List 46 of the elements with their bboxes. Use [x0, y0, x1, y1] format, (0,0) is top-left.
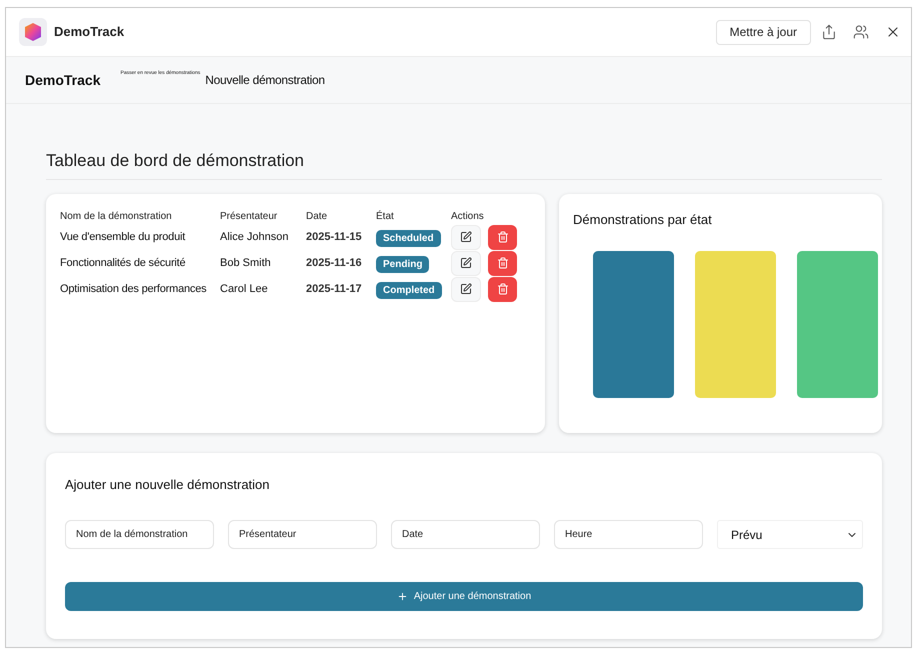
add-demo-button[interactable]: Ajouter une démonstration	[65, 582, 863, 611]
date-cell-text: 2025-11-17	[306, 282, 363, 297]
chart-title: Démonstrations par état	[573, 211, 713, 229]
presenter-cell-text: Carol Lee	[220, 282, 269, 297]
edit-button[interactable]	[451, 250, 481, 276]
column-header: Nom de la démonstration	[60, 210, 173, 224]
edit-button[interactable]	[451, 276, 481, 302]
share-icon[interactable]	[821, 24, 837, 40]
status-select[interactable]: Prévu	[717, 520, 863, 549]
people-icon[interactable]	[853, 24, 869, 40]
nav-brand[interactable]: DemoTrack	[25, 70, 100, 90]
demo-name-cell-text: Vue d'ensemble du produit	[60, 230, 186, 245]
trash-icon	[496, 283, 508, 295]
edit-icon	[460, 257, 472, 269]
status-badge: Scheduled	[376, 230, 441, 247]
trash-icon	[496, 257, 508, 269]
trash-icon	[496, 231, 508, 243]
presenter-cell-text: Bob Smith	[220, 256, 272, 271]
date-cell-text: 2025-11-16	[306, 256, 363, 271]
column-header: Date	[306, 210, 328, 224]
add-demo-title: Ajouter une nouvelle démonstration	[65, 477, 271, 493]
edit-icon	[460, 283, 472, 295]
delete-button[interactable]	[488, 224, 517, 250]
text-input-field[interactable]: Heure	[554, 520, 703, 549]
status-badge: Completed	[376, 282, 442, 299]
dashboard-title: Tableau de bord de démonstration	[46, 151, 306, 171]
column-header: Présentateur	[220, 210, 278, 224]
delete-button[interactable]	[488, 276, 517, 302]
new-demo-link[interactable]: Nouvelle démonstration	[205, 71, 325, 89]
text-input-field[interactable]: Date	[391, 520, 540, 549]
status-badge: Pending	[376, 256, 430, 273]
date-cell-text: 2025-11-15	[306, 230, 363, 245]
app-logo-icon	[19, 18, 47, 46]
column-header: Actions	[451, 210, 485, 224]
demo-name-cell-text: Fonctionnalités de sécurité	[60, 256, 186, 271]
presenter-cell-text: Alice Johnson	[220, 230, 290, 245]
text-input-field[interactable]: Nom de la démonstration	[65, 520, 214, 549]
text-input-field[interactable]: Présentateur	[228, 520, 377, 549]
delete-button[interactable]	[488, 250, 517, 276]
demo-name-cell-text: Optimisation des performances	[60, 282, 208, 297]
plus-icon	[396, 591, 408, 602]
edit-button[interactable]	[451, 224, 481, 250]
edit-icon	[460, 231, 472, 243]
update-button[interactable]: Mettre à jour	[716, 20, 811, 44]
column-header: État	[376, 209, 395, 224]
app-title: DemoTrack	[54, 23, 124, 42]
